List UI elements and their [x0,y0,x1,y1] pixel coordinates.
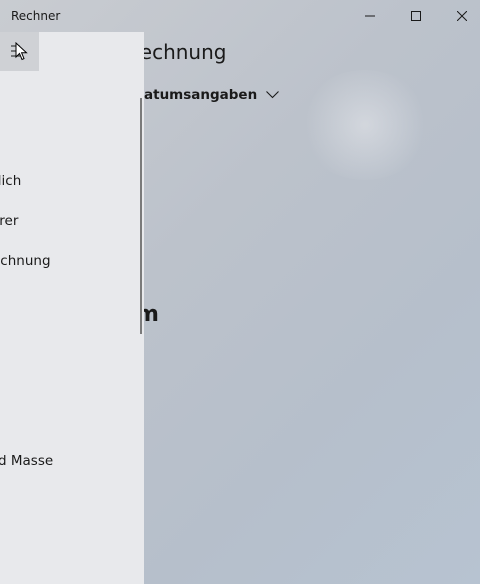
nav-item-label: erer [0,213,19,229]
minimize-icon [365,15,375,17]
page-title: rechnung [132,40,227,64]
nav-item-scientific[interactable]: ftlich [0,161,138,201]
calculation-mode-label: atumsangaben [144,87,258,103]
hamburger-menu-button[interactable] [0,32,39,71]
mouse-cursor-icon [15,42,28,61]
title-bar: Rechner [0,0,480,32]
minimize-button[interactable] [347,0,393,32]
maximize-button[interactable] [393,0,439,32]
nav-item-label: ftlich [0,173,22,189]
navigation-pane: ftlich erer echnung d Masse [0,32,144,584]
maximize-icon [411,11,421,21]
window-title: Rechner [11,9,61,23]
nav-item-date-calculation[interactable]: echnung [0,241,138,281]
chevron-down-icon [266,91,280,99]
nav-item-weight-and-mass[interactable]: d Masse [0,441,138,481]
nav-item-label: echnung [0,253,51,269]
nav-scrollbar[interactable] [140,98,142,334]
nav-item-programmer[interactable]: erer [0,201,138,241]
background-glow [300,70,430,180]
calculator-window: Rechner rechnung atumsangaben m ich rer … [0,0,480,584]
nav-item-label: d Masse [0,453,54,469]
close-button[interactable] [439,0,480,32]
close-icon [457,11,467,21]
calculation-mode-dropdown[interactable]: atumsangaben [144,87,280,103]
